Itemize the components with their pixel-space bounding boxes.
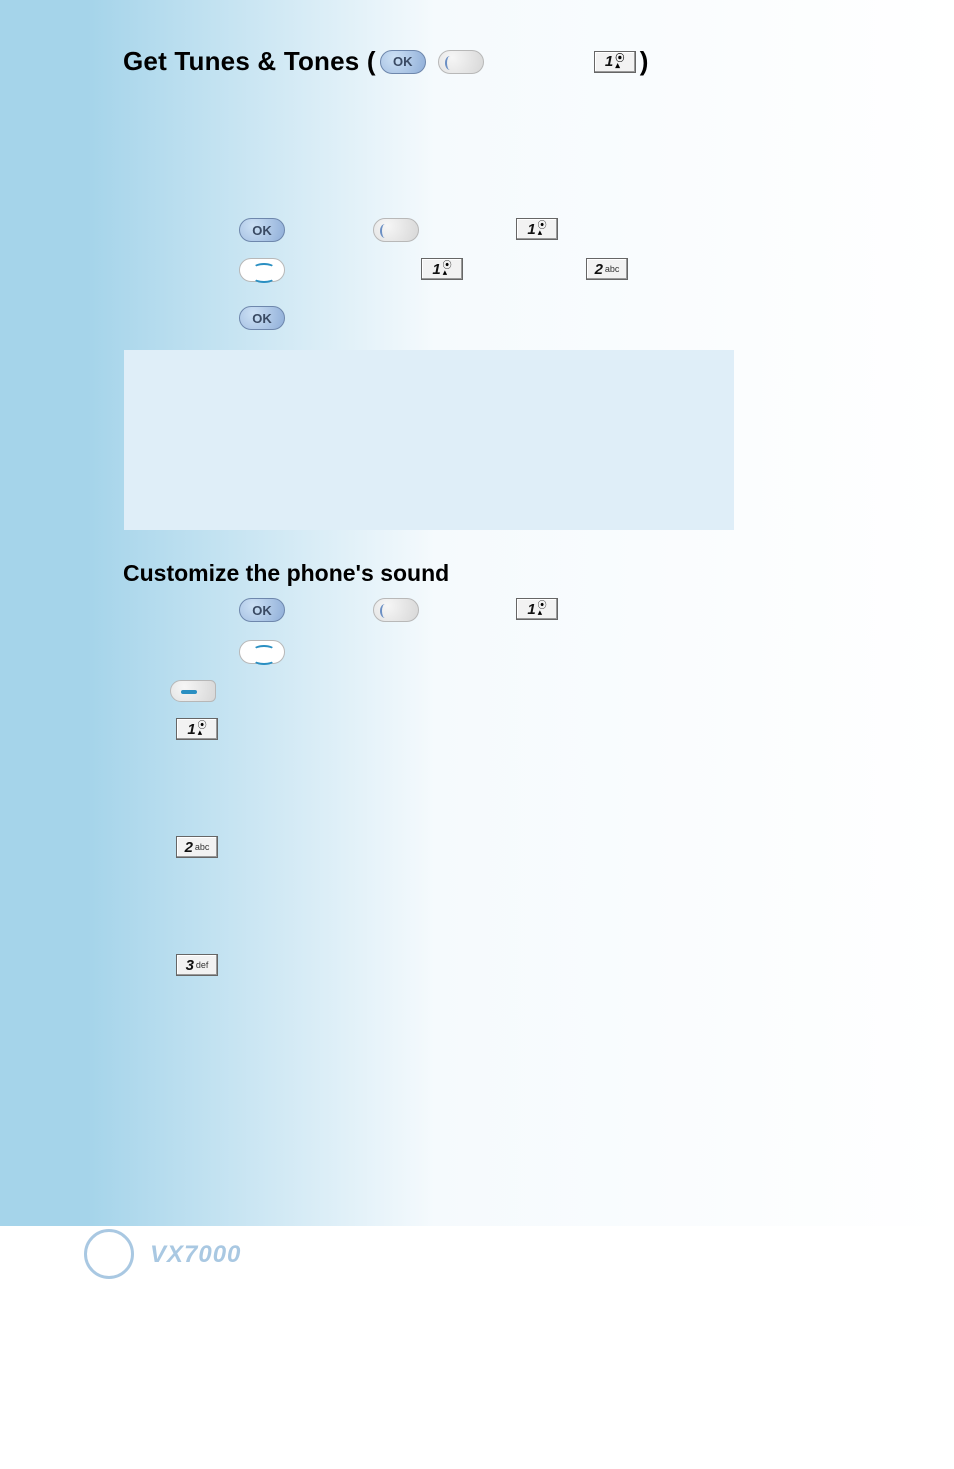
key-2-icon: 2 abc <box>176 836 218 858</box>
left-nav-icon <box>373 598 419 622</box>
model-name: VX7000 <box>150 1241 241 1269</box>
ok-button-icon: OK <box>239 218 285 242</box>
key-1-icon: 1 ⦿▴ <box>594 51 636 73</box>
key-3-icon: 3 def <box>176 954 218 976</box>
ring-nav-icon <box>239 258 285 282</box>
title-text-prefix: Get Tunes & Tones ( <box>123 46 376 77</box>
key-1-icon: 1 ⦿▴ <box>421 258 463 280</box>
ok-button-icon: OK <box>239 598 285 622</box>
ring-nav-icon <box>239 640 285 664</box>
left-nav-icon <box>438 50 484 74</box>
tip-box <box>124 350 734 530</box>
subsection-title: Customize the phone's sound <box>123 560 449 587</box>
ok-button-icon: OK <box>239 306 285 330</box>
page-content: Get Tunes & Tones ( OK 1 ⦿▴ ) OK 1 ⦿▴ 1 … <box>88 0 954 1226</box>
section-title-row: Get Tunes & Tones ( OK 1 ⦿▴ ) <box>123 46 653 77</box>
ok-button-icon: OK <box>380 50 426 74</box>
footer-circle-icon <box>84 1229 134 1279</box>
title-text-suffix: ) <box>640 46 649 77</box>
left-soft-key-icon <box>170 680 216 702</box>
left-nav-icon <box>373 218 419 242</box>
key-1-icon: 1 ⦿▴ <box>516 598 558 620</box>
footer <box>0 1226 954 1469</box>
key-1-icon: 1 ⦿▴ <box>516 218 558 240</box>
key-1-icon: 1 ⦿▴ <box>176 718 218 740</box>
key-2-icon: 2 abc <box>586 258 628 280</box>
